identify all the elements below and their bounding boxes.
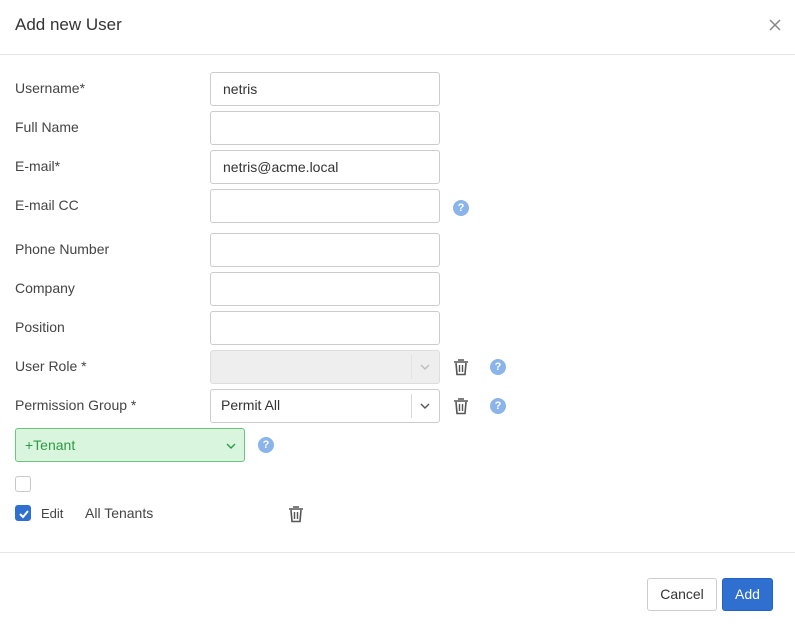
full-name-label: Full Name: [15, 119, 79, 135]
permission-group-label: Permission Group *: [15, 397, 137, 413]
close-icon[interactable]: [766, 16, 784, 34]
position-label: Position: [15, 319, 65, 335]
chevron-down-icon: [420, 364, 430, 370]
add-button[interactable]: Add: [722, 578, 773, 611]
email-cc-help-icon[interactable]: ?: [453, 200, 469, 216]
user-role-trash-icon[interactable]: [453, 358, 469, 376]
user-role-label: User Role *: [15, 358, 87, 374]
permission-group-trash-icon[interactable]: [453, 397, 469, 415]
username-input[interactable]: [210, 72, 440, 106]
add-user-dialog: Add new User Username* Full Name E-mail*…: [0, 0, 795, 631]
tenant-edit-label: Edit: [41, 506, 64, 521]
permission-group-value: Permit All: [221, 397, 281, 413]
phone-label: Phone Number: [15, 241, 110, 257]
position-input[interactable]: [210, 311, 440, 345]
footer-divider: [0, 552, 795, 553]
permission-group-select[interactable]: Permit All: [210, 389, 440, 423]
check-icon: [19, 510, 29, 519]
company-input[interactable]: [210, 272, 440, 306]
tenant-name: All Tenants: [85, 505, 154, 521]
email-input[interactable]: [210, 150, 440, 184]
add-tenant-label: +Tenant: [25, 437, 76, 453]
email-cc-input[interactable]: [210, 189, 440, 223]
user-role-help-icon[interactable]: ?: [490, 359, 506, 375]
dialog-title: Add new User: [15, 15, 122, 34]
dialog-header: Add new User: [0, 0, 795, 55]
username-label: Username*: [15, 80, 86, 96]
user-role-select[interactable]: [210, 350, 440, 384]
tenant-edit-checkbox[interactable]: [15, 505, 31, 521]
permission-group-help-icon[interactable]: ?: [490, 398, 506, 414]
select-separator: [411, 394, 412, 418]
email-label: E-mail*: [15, 158, 61, 174]
select-separator: [411, 355, 412, 379]
tenant-trash-icon[interactable]: [288, 505, 304, 523]
chevron-down-icon: [226, 443, 236, 449]
email-cc-label: E-mail CC: [15, 197, 79, 213]
phone-input[interactable]: [210, 233, 440, 267]
company-label: Company: [15, 280, 75, 296]
cancel-button[interactable]: Cancel: [647, 578, 717, 611]
tenant-help-icon[interactable]: ?: [258, 437, 274, 453]
chevron-down-icon: [420, 403, 430, 409]
full-name-input[interactable]: [210, 111, 440, 145]
select-all-checkbox[interactable]: [15, 476, 31, 492]
add-tenant-dropdown[interactable]: +Tenant: [15, 428, 245, 462]
